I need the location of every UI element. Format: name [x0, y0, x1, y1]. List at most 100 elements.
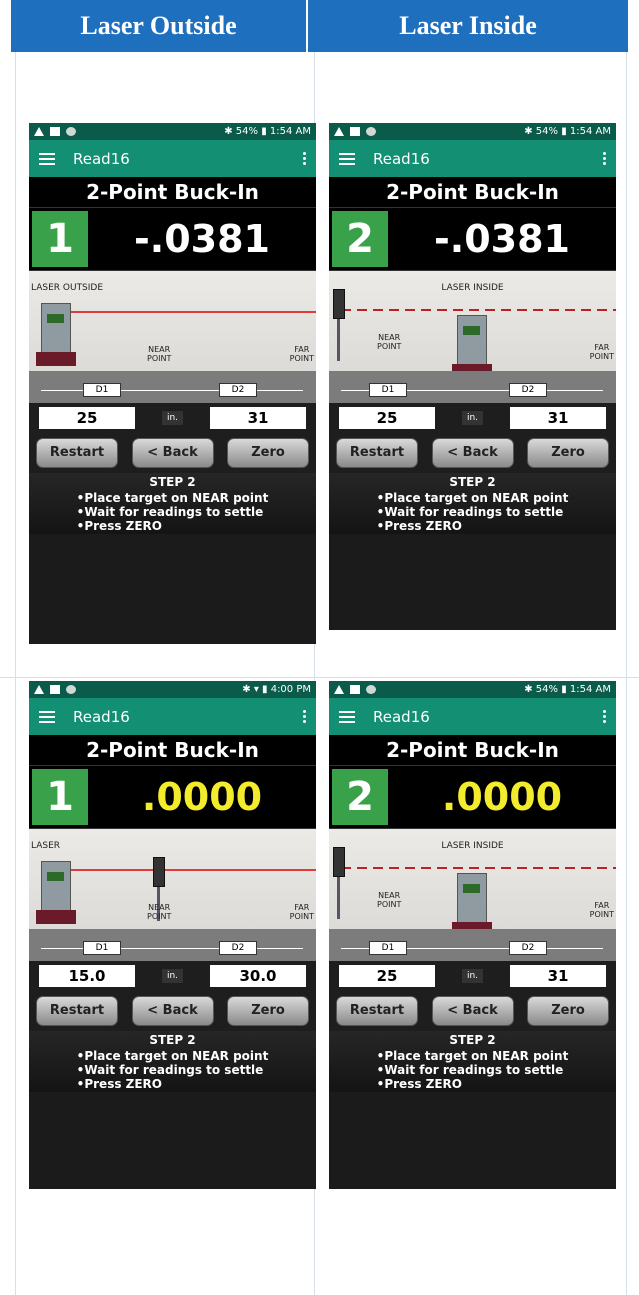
near-point-label: NEAR POINT [147, 903, 172, 921]
back-button[interactable]: < Back [431, 996, 514, 1026]
instruction-item: Press ZERO [377, 1077, 569, 1091]
back-button[interactable]: < Back [131, 438, 214, 468]
reading-value: -.0381 [134, 217, 270, 261]
far-point-label: FAR POINT [589, 901, 614, 919]
d1-label: D1 [369, 941, 407, 955]
step-number-badge: 2 [332, 211, 388, 267]
near-point-label: NEAR POINT [147, 345, 172, 363]
instruction-item: Place target on NEAR point [377, 491, 568, 505]
near-distance-field[interactable]: 25 [339, 965, 435, 987]
laser-beam [341, 309, 616, 311]
app-title: Read16 [373, 149, 430, 168]
instruction-item: Place target on NEAR point [377, 1049, 568, 1063]
hamburger-menu-icon[interactable] [39, 152, 55, 165]
d1-label: D1 [83, 383, 121, 397]
laser-beam [59, 869, 316, 871]
instructions-panel: STEP 2 Place target on NEAR point Wait f… [29, 1031, 316, 1092]
reading-value: -.0381 [434, 217, 570, 261]
laser-target [333, 289, 345, 319]
table-divider [0, 677, 639, 678]
table-divider [15, 52, 16, 1295]
laser-beam [341, 867, 616, 869]
phone-screenshot: ✱ ▾ ▮ 4:00 PM Read16 2-Point Buck-In 1 .… [29, 681, 316, 1189]
back-button[interactable]: < Back [131, 996, 214, 1026]
scene-label: LASER INSIDE [441, 841, 504, 851]
hamburger-menu-icon[interactable] [39, 710, 55, 723]
far-point-label: FAR POINT [589, 343, 614, 361]
unit-label: in. [435, 411, 510, 425]
step-title: STEP 2 [149, 475, 196, 489]
image-icon [350, 685, 360, 694]
dimension-row: D1 D2 [29, 383, 316, 397]
setup-diagram: LASER NEAR POINT FAR POINT D1 D2 [29, 829, 316, 961]
overflow-menu-icon[interactable] [303, 152, 306, 165]
overflow-menu-icon[interactable] [303, 710, 306, 723]
restart-button[interactable]: Restart [36, 438, 118, 468]
zero-button[interactable]: Zero [527, 996, 609, 1026]
distance-inputs: 25 in. 31 [329, 403, 616, 433]
laser-device [452, 873, 492, 936]
action-buttons: Restart < Back Zero [29, 991, 316, 1031]
far-distance-field[interactable]: 31 [510, 407, 606, 429]
d2-label: D2 [219, 941, 257, 955]
overflow-menu-icon[interactable] [603, 710, 606, 723]
laser-beam [59, 311, 316, 313]
status-bar: ✱ 54% ▮ 1:54 AM [29, 123, 316, 140]
far-distance-field[interactable]: 31 [510, 965, 606, 987]
restart-button[interactable]: Restart [336, 438, 418, 468]
laser-device [36, 861, 76, 924]
instruction-item: Press ZERO [77, 1077, 269, 1091]
hamburger-menu-icon[interactable] [339, 710, 355, 723]
instruction-item: Wait for readings to settle [377, 505, 569, 519]
instruction-item: Wait for readings to settle [377, 1063, 569, 1077]
step-number-badge: 1 [32, 211, 88, 267]
step-title: STEP 2 [449, 475, 496, 489]
hamburger-menu-icon[interactable] [339, 152, 355, 165]
reading-panel: 2 -.0381 [329, 207, 616, 271]
phone-screenshot: ✱ 54% ▮ 1:54 AM Read16 2-Point Buck-In 2… [329, 681, 616, 1189]
far-distance-field[interactable]: 31 [210, 407, 306, 429]
overflow-menu-icon[interactable] [603, 152, 606, 165]
image-icon [50, 127, 60, 136]
far-distance-field[interactable]: 30.0 [210, 965, 306, 987]
near-distance-field[interactable]: 25 [339, 407, 435, 429]
scene-label: LASER OUTSIDE [31, 283, 104, 293]
zero-button[interactable]: Zero [227, 438, 309, 468]
laser-device [452, 315, 492, 378]
alert-icon [34, 127, 44, 136]
near-distance-field[interactable]: 25 [39, 407, 135, 429]
reading-panel: 1 -.0381 [29, 207, 316, 271]
dimension-line [41, 390, 303, 391]
near-distance-field[interactable]: 15.0 [39, 965, 135, 987]
instruction-item: Place target on NEAR point [77, 1049, 268, 1063]
image-icon [50, 685, 60, 694]
sync-icon [66, 685, 76, 694]
scene-label: LASER INSIDE [441, 283, 504, 293]
status-info: ✱ 54% ▮ 1:54 AM [524, 126, 611, 137]
setup-diagram: LASER INSIDE NEAR POINT FAR POINT D1 D2 [329, 271, 616, 403]
laser-target [153, 857, 165, 887]
image-icon [350, 127, 360, 136]
zero-button[interactable]: Zero [527, 438, 609, 468]
alert-icon [334, 685, 344, 694]
reading-panel: 2 .0000 [329, 765, 616, 829]
action-buttons: Restart < Back Zero [29, 433, 316, 473]
restart-button[interactable]: Restart [36, 996, 118, 1026]
zero-button[interactable]: Zero [227, 996, 309, 1026]
instruction-list: Place target on NEAR point Wait for read… [77, 1049, 269, 1091]
instruction-item: Place target on NEAR point [77, 491, 268, 505]
action-buttons: Restart < Back Zero [329, 991, 616, 1031]
dimension-row: D1 D2 [329, 383, 616, 397]
screen-title: 2-Point Buck-In [329, 177, 616, 207]
restart-button[interactable]: Restart [336, 996, 418, 1026]
setup-diagram: LASER INSIDE NEAR POINT FAR POINT D1 D2 [329, 829, 616, 961]
app-bar: Read16 [329, 698, 616, 735]
status-info: ✱ 54% ▮ 1:54 AM [524, 684, 611, 695]
instruction-item: Press ZERO [377, 519, 569, 533]
back-button[interactable]: < Back [431, 438, 514, 468]
status-bar: ✱ 54% ▮ 1:54 AM [329, 123, 616, 140]
reading-panel: 1 .0000 [29, 765, 316, 829]
target-post [337, 875, 340, 919]
setup-diagram: LASER OUTSIDE NEAR POINT FAR POINT D1 D2 [29, 271, 316, 403]
status-info: ✱ 54% ▮ 1:54 AM [224, 126, 311, 137]
